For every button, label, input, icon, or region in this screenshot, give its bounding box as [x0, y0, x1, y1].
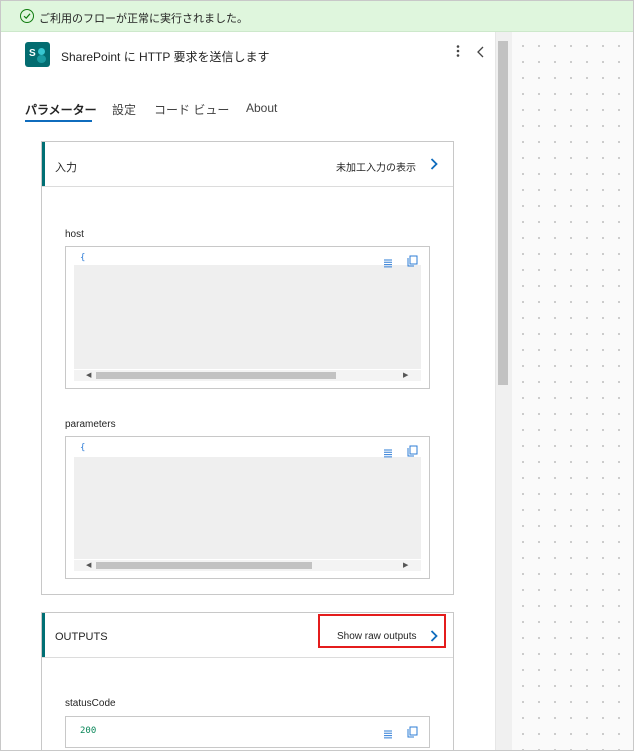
- sharepoint-icon: S: [25, 42, 50, 67]
- tab-code-view[interactable]: コード ビュー: [154, 101, 229, 118]
- inputs-card: 入力 未加工入力の表示 host { ◀ ▶ parameters {◀ ▶: [41, 141, 454, 595]
- field-label-status-code: statusCode: [65, 698, 116, 709]
- host-code-box[interactable]: { ◀ ▶: [65, 246, 430, 389]
- tab-parameters[interactable]: パラメーター: [25, 101, 97, 118]
- copy-icon[interactable]: [407, 444, 418, 457]
- parameters-horizontal-scrollbar[interactable]: ◀ ▶: [74, 560, 421, 571]
- format-icon[interactable]: [383, 255, 393, 268]
- flow-canvas[interactable]: [511, 32, 633, 750]
- code-open-brace: {: [80, 443, 86, 453]
- panel-scrollbar-thumb[interactable]: [498, 41, 508, 385]
- card-accent-bar: [42, 142, 45, 186]
- window-frame: ご利用のフローが正常に実行されました。 S SharePoint に HTTP …: [0, 0, 634, 751]
- copy-icon[interactable]: [407, 725, 418, 738]
- collapse-panel-chevron-left-icon[interactable]: [475, 44, 489, 62]
- parameters-code-box[interactable]: { ◀ ▶: [65, 436, 430, 579]
- status-code-value: 200: [80, 726, 97, 736]
- tab-active-indicator: [25, 120, 92, 122]
- action-title: SharePoint に HTTP 要求を送信します: [61, 50, 270, 64]
- chevron-right-icon[interactable]: [429, 157, 439, 171]
- card-divider: [42, 657, 453, 658]
- host-horizontal-scrollbar[interactable]: ◀ ▶: [74, 370, 421, 381]
- inputs-card-title: 入力: [55, 162, 77, 174]
- format-icon[interactable]: [383, 726, 393, 739]
- tab-settings[interactable]: 設定: [112, 101, 136, 118]
- format-icon[interactable]: [383, 445, 393, 458]
- code-open-brace: {: [80, 253, 86, 263]
- success-check-icon: [20, 9, 34, 23]
- field-label-parameters: parameters: [65, 419, 116, 430]
- card-accent-bar: [42, 613, 45, 657]
- success-banner: ご利用のフローが正常に実行されました。: [1, 1, 633, 32]
- success-message: ご利用のフローが正常に実行されました。: [39, 13, 248, 25]
- status-code-box[interactable]: 200: [65, 716, 430, 748]
- outputs-card-title: OUTPUTS: [55, 631, 108, 643]
- tab-about[interactable]: About: [246, 101, 277, 115]
- field-label-host: host: [65, 229, 84, 240]
- highlight-box: [318, 614, 446, 648]
- card-divider: [42, 186, 453, 187]
- copy-icon[interactable]: [407, 254, 418, 267]
- show-raw-inputs-link[interactable]: 未加工入力の表示: [336, 159, 416, 174]
- more-options-icon[interactable]: [453, 44, 463, 62]
